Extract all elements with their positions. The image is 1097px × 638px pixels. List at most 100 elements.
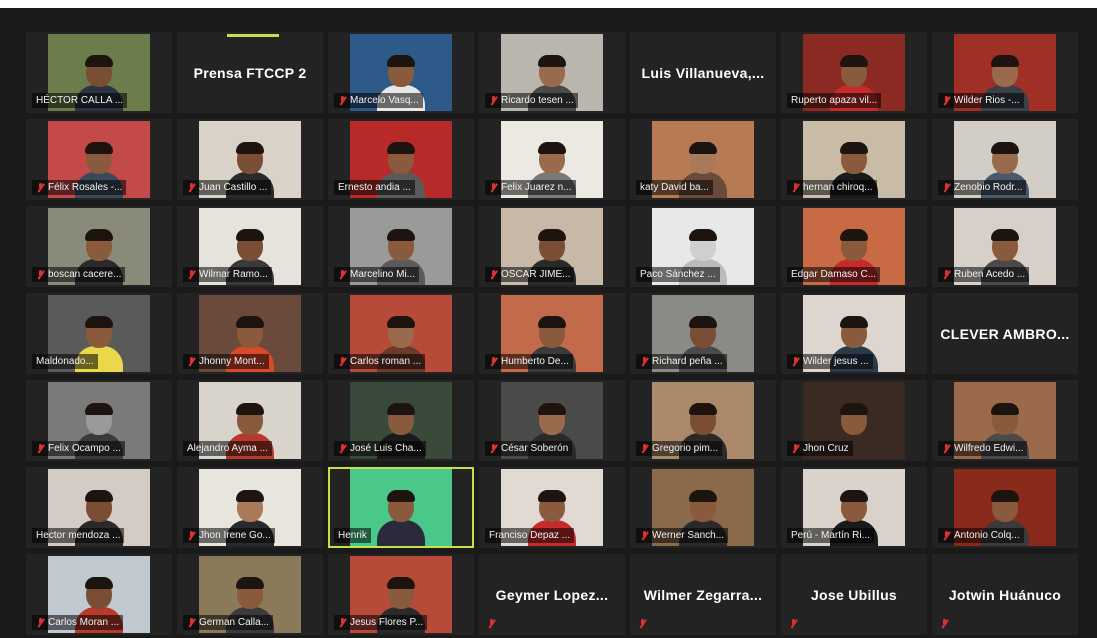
participant-name-label: César Soberón	[485, 441, 573, 456]
participant-name-label: Werner Sanch...	[636, 528, 729, 543]
participant-tile[interactable]: Geymer Lopez...	[479, 554, 625, 635]
participant-tile[interactable]: Prensa FTCCP 2	[177, 32, 323, 113]
participant-tile[interactable]: katy David ba...	[630, 119, 776, 200]
participant-tile[interactable]: Paco Sánchez ...	[630, 206, 776, 287]
participant-tile[interactable]: Wilfredo Edwi...	[932, 380, 1078, 461]
participant-name: katy David ba...	[640, 182, 709, 193]
participant-tile[interactable]: hernan chiroq...	[781, 119, 927, 200]
participant-tile[interactable]: Jhonny Mont...	[177, 293, 323, 374]
participant-name: Gregorio pim...	[652, 443, 719, 454]
mic-muted-icon	[487, 619, 496, 629]
participant-name: José Luis Cha...	[350, 443, 422, 454]
participant-name: Ruperto apaza vil...	[791, 95, 878, 106]
participant-tile[interactable]: José Luis Cha...	[328, 380, 474, 461]
mic-muted-icon	[489, 269, 498, 280]
participant-tile[interactable]: Marcelino Mi...	[328, 206, 474, 287]
participant-tile[interactable]: Felix Juarez n...	[479, 119, 625, 200]
participant-name-label: Hector mendoza ...	[32, 528, 125, 543]
mic-muted-icon	[338, 356, 347, 367]
participant-tile[interactable]: boscan cacere...	[26, 206, 172, 287]
participant-name-label: Humberto De...	[485, 354, 573, 369]
participant-name-label: Wilder jesus ...	[787, 354, 873, 369]
participant-tile[interactable]: Jhon Irene Go...	[177, 467, 323, 548]
participant-tile[interactable]: Jhon Cruz	[781, 380, 927, 461]
participant-tile[interactable]: Felix Ocampo ...	[26, 380, 172, 461]
participant-name: Jhonny Mont...	[199, 356, 265, 367]
participant-name-label: Jhon Irene Go...	[183, 528, 275, 543]
participant-name: Henrik	[338, 530, 367, 541]
participant-tile[interactable]: Werner Sanch...	[630, 467, 776, 548]
participant-tile[interactable]: Wilder Rios -...	[932, 32, 1078, 113]
participant-name-label: Felix Juarez n...	[485, 180, 576, 195]
participant-tile[interactable]: Edgar Damaso C...	[781, 206, 927, 287]
participant-tile[interactable]: Antonio Colq...	[932, 467, 1078, 548]
mic-muted-icon	[187, 182, 196, 193]
participant-name: Perú - Martín Ri...	[791, 530, 870, 541]
participant-name: Maldonado...	[36, 356, 94, 367]
participant-name: Wilder Rios -...	[954, 95, 1020, 106]
participant-tile[interactable]: Jotwin Huánuco	[932, 554, 1078, 635]
participant-tile[interactable]: Jesus Flores P...	[328, 554, 474, 635]
participant-tile[interactable]: Henrik	[328, 467, 474, 548]
participant-tile[interactable]: Wilmar Ramo...	[177, 206, 323, 287]
participant-tile[interactable]: Richard peña ...	[630, 293, 776, 374]
mic-muted-icon	[338, 617, 347, 628]
participant-name: Jhon Cruz	[803, 443, 849, 454]
participant-tile[interactable]: Carlos Moran ...	[26, 554, 172, 635]
participant-name-label: Richard peña ...	[636, 354, 727, 369]
participant-name: Félix Rosales -...	[48, 182, 123, 193]
participant-name-label: Marcelino Mi...	[334, 267, 420, 282]
participant-tile[interactable]: Zenobio Rodr...	[932, 119, 1078, 200]
mic-muted-icon	[640, 443, 649, 454]
participant-name: Geymer Lopez...	[495, 586, 609, 603]
participant-tile[interactable]: Franciso Depaz ...	[479, 467, 625, 548]
participant-tile[interactable]: Wilmer Zegarra...	[630, 554, 776, 635]
participant-tile[interactable]: German Calla...	[177, 554, 323, 635]
mic-muted-icon	[187, 356, 196, 367]
participant-tile[interactable]: César Soberón	[479, 380, 625, 461]
participant-name: Werner Sanch...	[652, 530, 725, 541]
participant-name: Jesus Flores P...	[350, 617, 424, 628]
participant-name: Carlos roman ...	[350, 356, 422, 367]
participant-name: HÉCTOR CALLA ...	[36, 95, 124, 106]
participant-tile[interactable]: Maldonado...	[26, 293, 172, 374]
participant-name: Wilmer Zegarra...	[643, 586, 763, 603]
participant-name: Hector mendoza ...	[36, 530, 121, 541]
participant-tile[interactable]: Juan Castillo ...	[177, 119, 323, 200]
participant-tile[interactable]: Humberto De...	[479, 293, 625, 374]
participant-tile[interactable]: Marcelo Vasq...	[328, 32, 474, 113]
participant-name: German Calla...	[199, 617, 270, 628]
participant-tile[interactable]: Félix Rosales -...	[26, 119, 172, 200]
participant-tile[interactable]: Gregorio pim...	[630, 380, 776, 461]
participant-tile[interactable]: Jose Ubillus	[781, 554, 927, 635]
participant-tile[interactable]: CLEVER AMBRO...	[932, 293, 1078, 374]
participant-name-label: Ruperto apaza vil...	[787, 93, 882, 108]
mic-muted-icon	[638, 619, 647, 629]
participant-name-label: Ruben Acedo ...	[938, 267, 1030, 282]
participant-name-label: Jhon Cruz	[787, 441, 853, 456]
participant-name-label: Carlos roman ...	[334, 354, 426, 369]
participant-tile[interactable]: OSCAR JIME...	[479, 206, 625, 287]
participant-tile[interactable]: Ricardo tesen ...	[479, 32, 625, 113]
mic-muted-icon	[489, 182, 498, 193]
participant-tile[interactable]: Alejandro Ayma ...	[177, 380, 323, 461]
participant-tile[interactable]: Hector mendoza ...	[26, 467, 172, 548]
mic-muted-icon	[942, 269, 951, 280]
mic-muted-icon	[942, 530, 951, 541]
mic-muted-icon	[36, 269, 45, 280]
participant-name: Ernesto andia ...	[338, 182, 411, 193]
participant-tile[interactable]: Perú - Martín Ri...	[781, 467, 927, 548]
participant-tile[interactable]: HÉCTOR CALLA ...	[26, 32, 172, 113]
mic-muted-icon	[187, 530, 196, 541]
participant-tile[interactable]: Ruperto apaza vil...	[781, 32, 927, 113]
participant-tile[interactable]: Carlos roman ...	[328, 293, 474, 374]
participant-name-label: Maldonado...	[32, 354, 98, 369]
mic-muted-icon	[338, 443, 347, 454]
participant-tile[interactable]: Luis Villanueva,...	[630, 32, 776, 113]
participant-name: Wilfredo Edwi...	[954, 443, 1024, 454]
participant-name-label: Henrik	[334, 528, 371, 543]
participant-tile[interactable]: Wilder jesus ...	[781, 293, 927, 374]
participant-name: Franciso Depaz ...	[489, 530, 571, 541]
participant-tile[interactable]: Ernesto andia ...	[328, 119, 474, 200]
participant-tile[interactable]: Ruben Acedo ...	[932, 206, 1078, 287]
